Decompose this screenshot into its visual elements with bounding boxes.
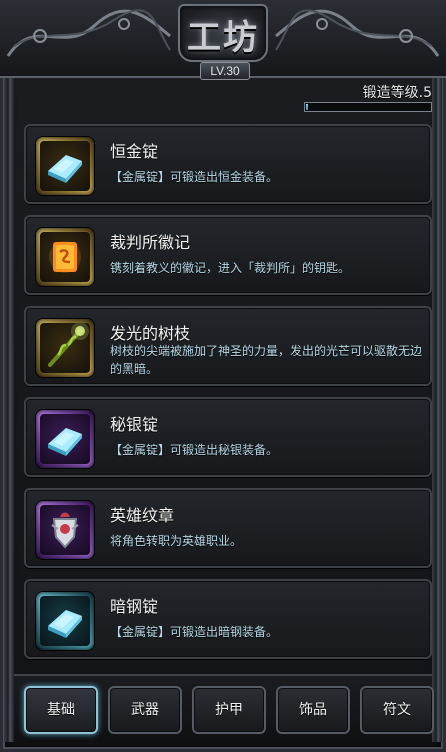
item-description: 镌刻着教义的徽记，进入「裁判所」的钥匙。 <box>110 261 351 275</box>
tab-basic[interactable]: 基础 <box>24 686 98 734</box>
frame-rail-left <box>4 70 14 742</box>
tab-armor[interactable]: 护甲 <box>192 686 266 734</box>
page-title: 工坊 <box>187 18 259 58</box>
blue-ingot-icon <box>48 610 82 638</box>
item-description: 将角色转职为英雄职业。 <box>110 534 243 548</box>
tab-runes[interactable]: 符文 <box>360 686 434 734</box>
list-item-mithril-ingot[interactable]: 秘银锭 【金属锭】可锻造出秘银装备。 <box>24 397 432 477</box>
item-icon-frame <box>36 592 94 650</box>
item-icon-frame <box>36 137 94 195</box>
forge-progress-bar <box>304 102 432 112</box>
list-item-dark-steel-ingot[interactable]: 暗钢锭 【金属锭】可锻造出暗钢装备。 <box>24 579 432 659</box>
glowing-branch-icon <box>48 323 89 367</box>
list-item-hero-crest[interactable]: 英雄纹章 将角色转职为英雄职业。 <box>24 488 432 568</box>
blue-ingot-icon <box>48 155 82 183</box>
ornament-right <box>275 9 440 57</box>
item-name: 暗钢锭 <box>110 597 159 616</box>
header: 工坊 LV.30 <box>0 0 446 80</box>
hero-crest-icon <box>51 512 79 549</box>
recipe-list[interactable]: 恒金锭 【金属锭】可锻造出恒金装备。 裁判所徽记 镌刻着教义的徽记，进入「裁判所… <box>24 124 432 670</box>
item-description: 树枝的尖端被施加了神圣的力量，发出的光芒可以驱散无边的黑暗。 <box>110 344 423 376</box>
list-item-hengjin-ingot[interactable]: 恒金锭 【金属锭】可锻造出恒金装备。 <box>24 124 432 204</box>
item-icon-frame <box>36 501 94 559</box>
item-icon-frame <box>36 228 94 286</box>
item-description: 【金属锭】可锻造出恒金装备。 <box>110 170 279 184</box>
item-description: 【金属锭】可锻造出秘银装备。 <box>110 443 279 457</box>
forge-level-label: 锻造等级.5 <box>362 85 432 101</box>
ornament-left <box>6 9 171 57</box>
frame-rail-right <box>432 70 442 742</box>
item-name: 英雄纹章 <box>110 506 175 525</box>
item-icon-frame <box>36 319 94 377</box>
emblem-icon <box>49 241 81 273</box>
item-description: 【金属锭】可锻造出暗钢装备。 <box>110 625 279 639</box>
forge-progress-fill <box>306 104 309 110</box>
tab-weapons[interactable]: 武器 <box>108 686 182 734</box>
list-item-tribunal-emblem[interactable]: 裁判所徽记 镌刻着教义的徽记，进入「裁判所」的钥匙。 <box>24 215 432 295</box>
item-name: 秘银锭 <box>110 415 159 434</box>
list-item-glowing-branch[interactable]: 发光的树枝 树枝的尖端被施加了神圣的力量，发出的光芒可以驱散无边的黑暗。 <box>24 306 432 386</box>
category-tabbar: 基础 武器 护甲 饰品 符文 <box>14 674 434 744</box>
item-name: 发光的树枝 <box>110 324 191 343</box>
item-name: 裁判所徽记 <box>110 233 191 252</box>
item-name: 恒金锭 <box>110 142 159 161</box>
level-badge: LV.30 <box>200 62 250 80</box>
tab-accessories[interactable]: 饰品 <box>276 686 350 734</box>
blue-ingot-icon <box>48 428 82 456</box>
item-icon-frame <box>36 410 94 468</box>
